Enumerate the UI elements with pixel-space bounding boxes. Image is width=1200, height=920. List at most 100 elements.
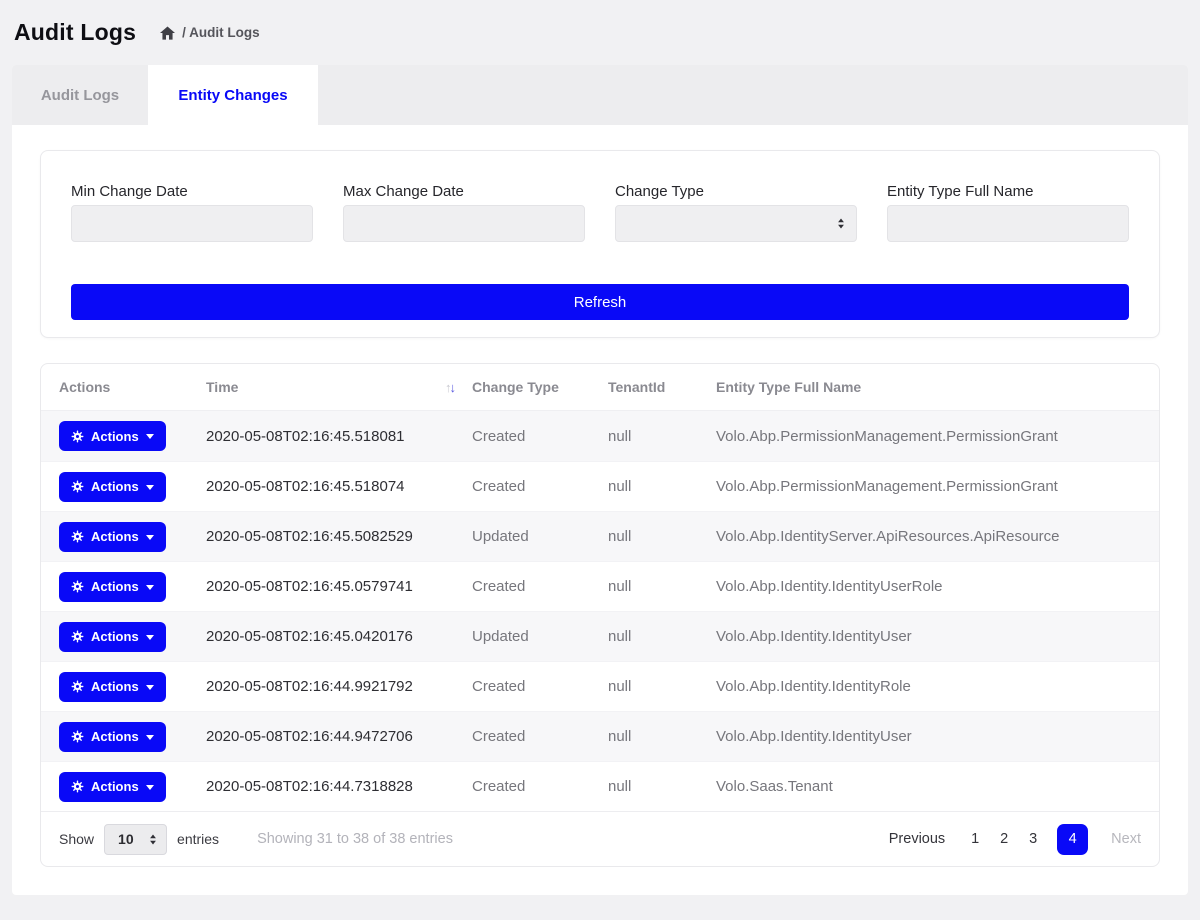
- min-change-date-input[interactable]: [71, 205, 313, 242]
- time-cell: 2020-05-08T02:16:45.0420176: [206, 628, 472, 645]
- table-row: Actions2020-05-08T02:16:45.0420176Update…: [41, 611, 1159, 661]
- refresh-button[interactable]: Refresh: [71, 284, 1129, 320]
- col-time-label: Time: [206, 379, 238, 395]
- pagination-page-2[interactable]: 2: [999, 831, 1009, 847]
- tenant-id-cell: null: [608, 478, 716, 495]
- time-cell: 2020-05-08T02:16:44.7318828: [206, 778, 472, 795]
- tenant-id-cell: null: [608, 628, 716, 645]
- filter-fields: Min Change Date Max Change Date Change Typ…: [71, 183, 1129, 242]
- min-change-date-label: Min Change Date: [71, 183, 313, 200]
- page-title: Audit Logs: [14, 19, 136, 46]
- tenant-id-cell: null: [608, 778, 716, 795]
- pagination-page-1[interactable]: 1: [970, 831, 980, 847]
- time-cell: 2020-05-08T02:16:44.9921792: [206, 678, 472, 695]
- updown-arrows-icon: [836, 217, 846, 230]
- top-bar: Audit Logs / Audit Logs: [0, 0, 1200, 65]
- actions-cell: Actions: [41, 522, 206, 552]
- entity-type-cell: Volo.Abp.Identity.IdentityUser: [716, 728, 1159, 745]
- row-actions-button[interactable]: Actions: [59, 772, 166, 802]
- row-actions-button[interactable]: Actions: [59, 421, 166, 451]
- change-type-label: Change Type: [615, 183, 857, 200]
- col-time[interactable]: Time ↑↓: [206, 379, 472, 395]
- table-header-row: Actions Time ↑↓ Change Type TenantId Ent…: [41, 364, 1159, 411]
- content-panel: Audit Logs Entity Changes Min Change Dat…: [12, 65, 1188, 895]
- tenant-id-cell: null: [608, 578, 716, 595]
- entries-summary: Showing 31 to 38 of 38 entries: [257, 831, 453, 847]
- pagination-page-4[interactable]: 4: [1057, 824, 1088, 855]
- caret-down-icon: [146, 785, 154, 790]
- caret-down-icon: [146, 685, 154, 690]
- col-tenant-id[interactable]: TenantId: [608, 379, 716, 395]
- gear-icon: [71, 430, 84, 443]
- time-cell: 2020-05-08T02:16:45.518074: [206, 478, 472, 495]
- pagination: Previous 1 2 3 4 Next: [889, 824, 1141, 855]
- sort-icon[interactable]: ↑↓: [445, 380, 454, 395]
- caret-down-icon: [146, 585, 154, 590]
- entity-type-full-name-label: Entity Type Full Name: [887, 183, 1129, 200]
- entity-changes-table: Actions Time ↑↓ Change Type TenantId Ent…: [40, 363, 1160, 867]
- breadcrumb: / Audit Logs: [160, 25, 260, 40]
- breadcrumb-path: / Audit Logs: [182, 25, 260, 40]
- change-type-field: Change Type: [615, 183, 857, 242]
- pagination-previous[interactable]: Previous: [889, 831, 945, 847]
- row-actions-button[interactable]: Actions: [59, 472, 166, 502]
- table-row: Actions2020-05-08T02:16:44.9921792Create…: [41, 661, 1159, 711]
- col-change-type[interactable]: Change Type: [472, 379, 608, 395]
- gear-icon: [71, 680, 84, 693]
- gear-icon: [71, 480, 84, 493]
- row-actions-label: Actions: [91, 579, 139, 594]
- tab-bar: Audit Logs Entity Changes: [12, 65, 1188, 125]
- actions-cell: Actions: [41, 572, 206, 602]
- change-type-cell: Created: [472, 728, 608, 745]
- caret-down-icon: [146, 535, 154, 540]
- row-actions-button[interactable]: Actions: [59, 522, 166, 552]
- max-change-date-label: Max Change Date: [343, 183, 585, 200]
- tenant-id-cell: null: [608, 728, 716, 745]
- caret-down-icon: [146, 434, 154, 439]
- gear-icon: [71, 780, 84, 793]
- tab-audit-logs[interactable]: Audit Logs: [12, 65, 148, 125]
- change-type-cell: Created: [472, 428, 608, 445]
- col-entity-type[interactable]: Entity Type Full Name: [716, 379, 1159, 395]
- row-actions-label: Actions: [91, 479, 139, 494]
- table-row: Actions2020-05-08T02:16:44.9472706Create…: [41, 711, 1159, 761]
- table-footer: Show 10 entries Showing 31 to 38 of 38 e…: [41, 811, 1159, 866]
- tenant-id-cell: null: [608, 428, 716, 445]
- min-change-date-field: Min Change Date: [71, 183, 313, 242]
- tab-entity-changes[interactable]: Entity Changes: [148, 65, 318, 125]
- page-size-select[interactable]: 10: [104, 824, 167, 855]
- row-actions-button[interactable]: Actions: [59, 672, 166, 702]
- tenant-id-cell: null: [608, 528, 716, 545]
- table-row: Actions 2020-05-08T02:16:45.518081Created…: [41, 411, 1159, 461]
- actions-cell: Actions: [41, 472, 206, 502]
- max-change-date-input[interactable]: [343, 205, 585, 242]
- caret-down-icon: [146, 485, 154, 490]
- change-type-cell: Updated: [472, 528, 608, 545]
- actions-cell: Actions: [41, 622, 206, 652]
- col-actions: Actions: [41, 379, 206, 395]
- pagination-page-3[interactable]: 3: [1028, 831, 1038, 847]
- gear-icon: [71, 580, 84, 593]
- row-actions-label: Actions: [91, 529, 139, 544]
- change-type-cell: Created: [472, 578, 608, 595]
- time-cell: 2020-05-08T02:16:45.518081: [206, 428, 472, 445]
- entity-type-cell: Volo.Abp.Identity.IdentityRole: [716, 678, 1159, 695]
- caret-down-icon: [146, 635, 154, 640]
- updown-arrows-icon: [148, 833, 158, 846]
- change-type-cell: Created: [472, 778, 608, 795]
- row-actions-label: Actions: [91, 629, 139, 644]
- home-icon[interactable]: [160, 26, 175, 40]
- row-actions-button[interactable]: Actions: [59, 722, 166, 752]
- time-cell: 2020-05-08T02:16:45.0579741: [206, 578, 472, 595]
- entity-type-full-name-input[interactable]: [887, 205, 1129, 242]
- actions-cell: Actions: [41, 672, 206, 702]
- change-type-select[interactable]: [615, 205, 857, 242]
- gear-icon: [71, 630, 84, 643]
- show-label: Show: [59, 831, 94, 847]
- row-actions-label: Actions: [91, 779, 139, 794]
- row-actions-button[interactable]: Actions: [59, 622, 166, 652]
- pagination-next[interactable]: Next: [1111, 831, 1141, 847]
- entity-type-cell: Volo.Abp.PermissionManagement.Permission…: [716, 428, 1159, 445]
- actions-cell: Actions: [41, 421, 206, 451]
- row-actions-button[interactable]: Actions: [59, 572, 166, 602]
